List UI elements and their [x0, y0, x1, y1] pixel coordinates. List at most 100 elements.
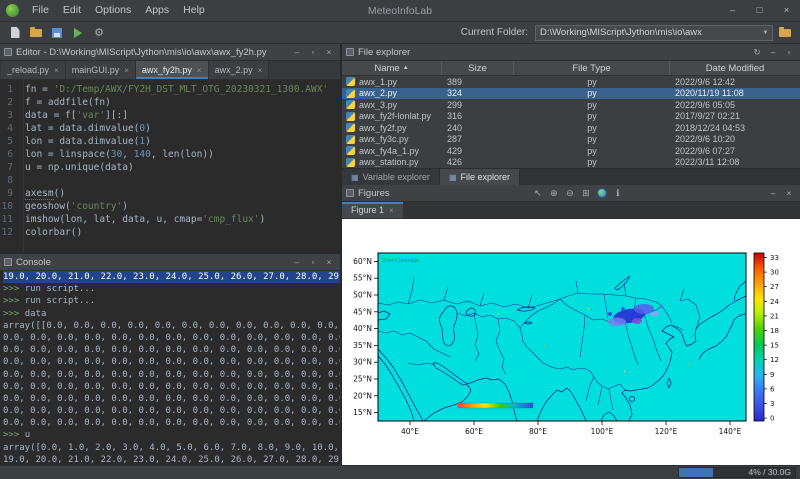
- svg-text:30°N: 30°N: [353, 358, 372, 367]
- python-file-icon: [346, 112, 355, 121]
- current-folder-value: D:\Working\MIScript\Jython\mis\io\awx: [540, 27, 759, 38]
- panel-float-icon[interactable]: ▫: [306, 46, 320, 59]
- line-number: 7: [0, 161, 18, 174]
- panel-minimize-icon[interactable]: –: [766, 46, 780, 59]
- settings-icon[interactable]: ⚙: [90, 24, 108, 42]
- zoom-in-icon[interactable]: ⊕: [546, 186, 561, 200]
- panel-minimize-icon[interactable]: –: [766, 187, 780, 200]
- browse-folder-button[interactable]: [776, 24, 794, 42]
- console-line: 0.0, 0.0, 0.0, 0.0, 0.0, 0.0, 0.0, 0.0, …: [3, 369, 340, 381]
- code-line[interactable]: 4lat = data.dimvalue(0): [0, 122, 340, 135]
- menu-apps[interactable]: Apps: [138, 0, 176, 21]
- close-tab-icon[interactable]: ×: [124, 66, 129, 75]
- refresh-icon[interactable]: ↻: [750, 46, 764, 59]
- code-line[interactable]: 7u = np.unique(data): [0, 161, 340, 174]
- embedded-palette-bar: [458, 403, 533, 408]
- maximize-button[interactable]: □: [746, 0, 773, 21]
- code-line[interactable]: 3data = f['var'][:]: [0, 109, 340, 122]
- code-line[interactable]: 6lon = linspace(30, 140, len(lon)): [0, 148, 340, 161]
- open-file-icon[interactable]: [27, 24, 45, 42]
- current-folder-combobox[interactable]: D:\Working\MIScript\Jython\mis\io\awx ▼: [535, 25, 773, 41]
- code-line[interactable]: 9axesm(): [0, 187, 340, 200]
- console-output[interactable]: 19.0, 20.0, 21.0, 22.0, 23.0, 24.0, 25.0…: [0, 271, 340, 465]
- map-figure[interactable]: Dust Coverage 40°E60°E80°E100°E120°E140°…: [342, 219, 798, 465]
- dropdown-arrow-icon[interactable]: ▼: [759, 26, 772, 40]
- code-line[interactable]: 11imshow(lon, lat, data, u, cmap='cmp_fl…: [0, 213, 340, 226]
- close-tab-icon[interactable]: ×: [197, 66, 202, 75]
- editor-tab-_reload.py[interactable]: _reload.py×: [1, 61, 66, 79]
- panel-tab-variable-explorer[interactable]: ▦Variable explorer: [342, 169, 440, 185]
- console-line: 0.0, 0.0, 0.0, 0.0, 0.0, 0.0, 0.0, 0.0, …: [3, 405, 340, 417]
- python-file-icon: [346, 123, 355, 132]
- panel-close-icon[interactable]: ×: [322, 256, 336, 269]
- column-header-file-type[interactable]: File Type: [514, 61, 670, 75]
- new-script-icon[interactable]: [6, 24, 24, 42]
- close-tab-icon[interactable]: ×: [54, 66, 59, 75]
- console-line: 19.0, 20.0, 21.0, 22.0, 23.0, 24.0, 25.0…: [3, 454, 340, 465]
- column-label: Name: [374, 63, 399, 74]
- line-number: 1: [0, 83, 18, 96]
- menu-file[interactable]: File: [25, 0, 56, 21]
- panel-close-icon[interactable]: ×: [322, 46, 336, 59]
- panel-minimize-icon[interactable]: –: [290, 46, 304, 59]
- main-toolbar: ⚙ Current Folder: D:\Working\MIScript\Jy…: [0, 22, 800, 44]
- run-script-icon[interactable]: [69, 24, 87, 42]
- svg-text:25°N: 25°N: [353, 375, 372, 384]
- editor-icon: [4, 48, 12, 56]
- console-line: 0.0, 0.0, 0.0, 0.0, 0.0, 0.0, 0.0, 0.0, …: [3, 344, 340, 356]
- console-panel-title: Console: [16, 257, 51, 268]
- file-row-awx_fy2f.py[interactable]: awx_fy2f.py240py2018/12/24 04:53: [342, 122, 800, 134]
- close-button[interactable]: ×: [773, 0, 800, 21]
- figure-tab-strip: Figure 1×: [342, 202, 800, 219]
- map-annotation: Dust Coverage: [382, 258, 419, 264]
- panel-minimize-icon[interactable]: –: [290, 256, 304, 269]
- svg-text:40°E: 40°E: [401, 427, 419, 436]
- figure-canvas[interactable]: Dust Coverage 40°E60°E80°E100°E120°E140°…: [342, 219, 800, 465]
- file-row-awx_fy3c.py[interactable]: awx_fy3c.py287py2022/9/6 10:20: [342, 134, 800, 146]
- console-line: 0.0, 0.0, 0.0, 0.0, 0.0, 0.0, 0.0, 0.0, …: [3, 356, 340, 368]
- save-icon[interactable]: [48, 24, 66, 42]
- panel-tab-file-explorer[interactable]: ▦File explorer: [440, 169, 520, 185]
- file-row-awx_station.py[interactable]: awx_station.py426py2022/3/11 12:08: [342, 157, 800, 169]
- column-header-name[interactable]: Name ▲: [342, 61, 442, 75]
- code-line[interactable]: 8: [0, 174, 340, 187]
- memory-usage-bar[interactable]: 4% / 30.0G: [678, 467, 796, 478]
- code-line[interactable]: 5lon = data.dimvalue(1): [0, 135, 340, 148]
- zoom-out-icon[interactable]: ⊖: [562, 186, 577, 200]
- sort-arrow-icon: ▲: [403, 65, 409, 71]
- panel-float-icon[interactable]: ▫: [782, 46, 796, 59]
- code-line[interactable]: 2f = addfile(fn): [0, 96, 340, 109]
- column-header-date-modified[interactable]: Date Modified: [670, 61, 800, 75]
- file-row-awx_3.py[interactable]: awx_3.py299py2022/9/6 05:05: [342, 99, 800, 111]
- file-row-awx_fy4a_1.py[interactable]: awx_fy4a_1.py429py2022/9/6 07:27: [342, 145, 800, 157]
- column-header-size[interactable]: Size: [442, 61, 514, 75]
- editor-tab-awx_2.py[interactable]: awx_2.py×: [209, 61, 270, 79]
- figure-tab-figure-1[interactable]: Figure 1×: [342, 202, 403, 218]
- map-background: [378, 253, 746, 421]
- menu-help[interactable]: Help: [176, 0, 212, 21]
- right-column: File explorer ↻ – ▫ Name ▲ Size File Typ…: [342, 44, 800, 465]
- identify-icon[interactable]: ℹ: [610, 186, 625, 200]
- editor-tab-awx_fy2h.py[interactable]: awx_fy2h.py×: [136, 61, 209, 79]
- select-icon[interactable]: ↖: [530, 186, 545, 200]
- file-row-awx_2.py[interactable]: awx_2.py324py2020/11/19 11:08: [342, 88, 800, 100]
- file-row-awx_1.py[interactable]: awx_1.py389py2022/9/6 12:42: [342, 76, 800, 88]
- code-editor[interactable]: 1fn = 'D:/Temp/AWX/FY2H_DST_MLT_OTG_2023…: [0, 80, 340, 252]
- panel-float-icon[interactable]: ▫: [306, 256, 320, 269]
- full-extent-icon[interactable]: [594, 186, 609, 200]
- code-line[interactable]: 12colorbar(): [0, 226, 340, 239]
- close-tab-icon[interactable]: ×: [389, 206, 394, 215]
- menu-options[interactable]: Options: [88, 0, 138, 21]
- code-line[interactable]: 10geoshow('country'): [0, 200, 340, 213]
- minimize-button[interactable]: –: [719, 0, 746, 21]
- main-area: Editor - D:\Working\MIScript\Jython\mis\…: [0, 44, 800, 465]
- editor-tab-mainGUI.py[interactable]: mainGUI.py×: [66, 61, 136, 79]
- close-tab-icon[interactable]: ×: [258, 66, 263, 75]
- python-file-icon: [346, 135, 355, 144]
- code-line[interactable]: 1fn = 'D:/Temp/AWX/FY2H_DST_MLT_OTG_2023…: [0, 83, 340, 96]
- menu-edit[interactable]: Edit: [56, 0, 88, 21]
- file-row-awx_fy2f-lonlat.py[interactable]: awx_fy2f-lonlat.py316py2017/9/27 02:21: [342, 111, 800, 123]
- pan-icon[interactable]: ⊞: [578, 186, 593, 200]
- figures-panel: Figures ↖⊕⊖⊞ℹ – × Figure 1×: [342, 185, 800, 465]
- panel-close-icon[interactable]: ×: [782, 187, 796, 200]
